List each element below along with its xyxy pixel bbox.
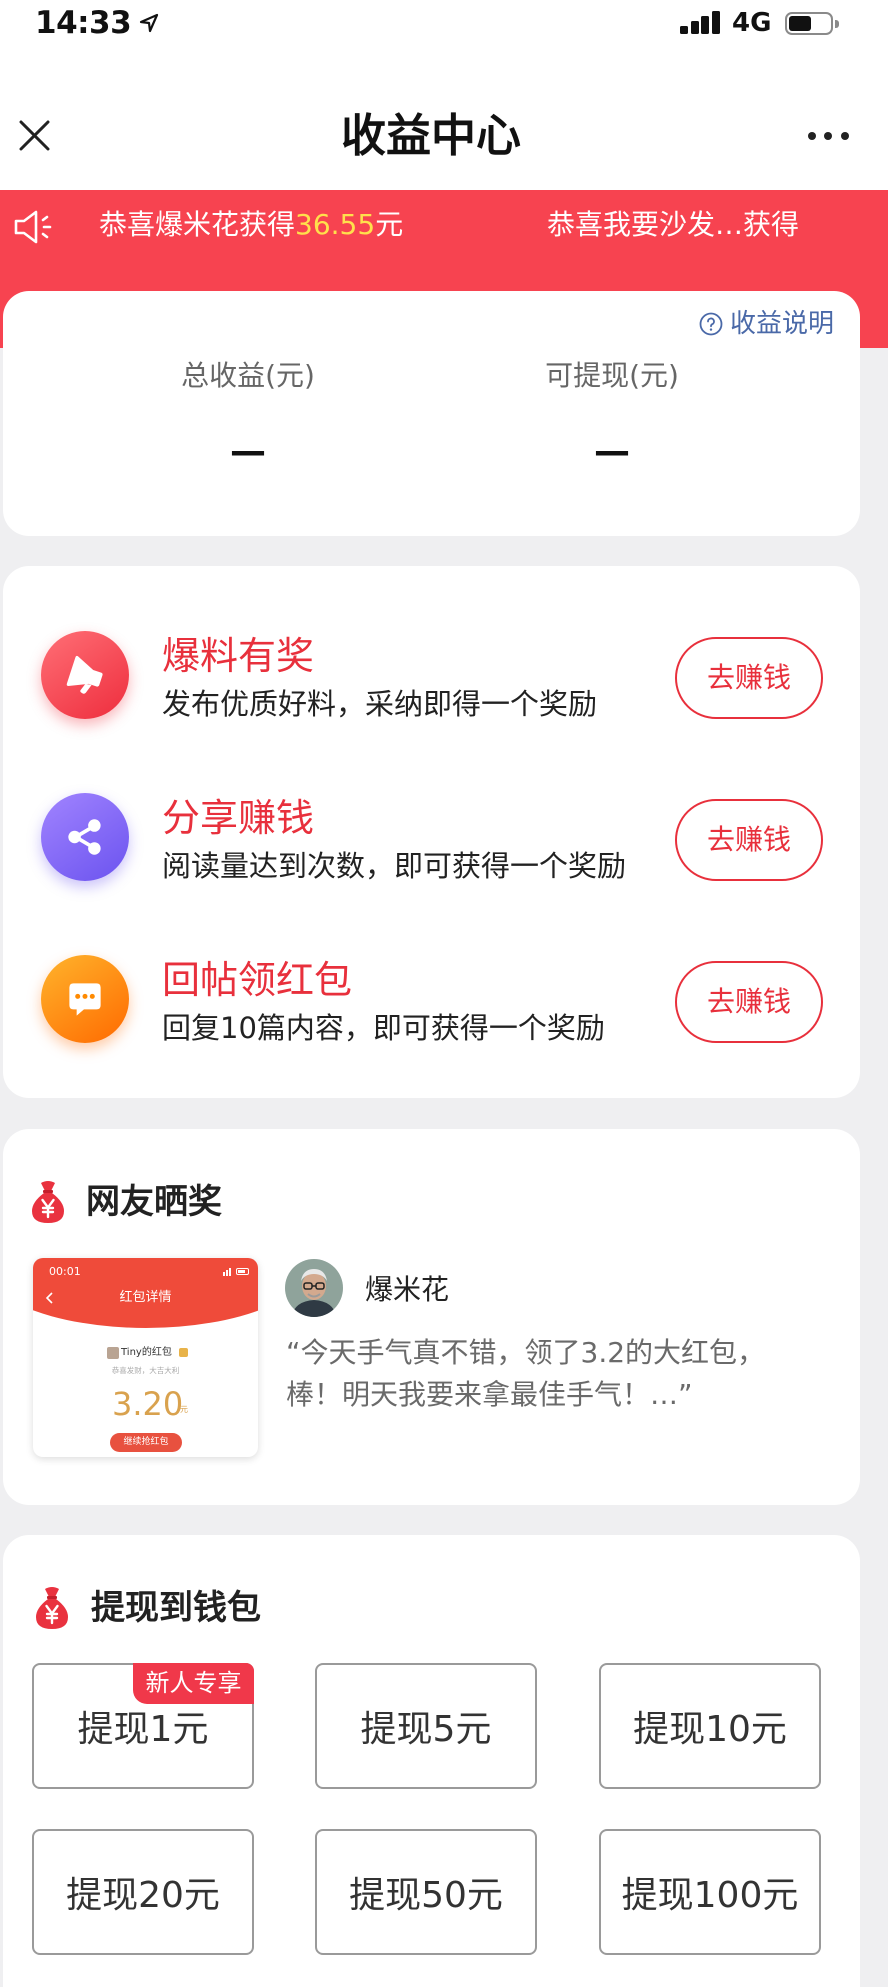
task-title: 回帖领红包 xyxy=(162,958,353,1002)
ticker-item[interactable]: 恭喜我要沙发…获得 xyxy=(547,207,799,243)
ticker-item[interactable]: 恭喜爆米花获得36.55元 xyxy=(99,207,403,243)
total-earnings-value: — xyxy=(230,431,266,472)
withdraw-option-label: 提现5元 xyxy=(360,1709,492,1750)
withdraw-option-5[interactable]: 提现5元 xyxy=(315,1663,537,1789)
battery-nub xyxy=(835,20,839,28)
signal-icon xyxy=(680,11,720,34)
section-title: 提现到钱包 xyxy=(91,1588,261,1628)
ticker-text: 恭喜爆米花获得 xyxy=(99,208,296,241)
page-title: 收益中心 xyxy=(340,109,521,162)
ticker-unit: 元 xyxy=(375,208,404,241)
task-description: 回复10篇内容，即可获得一个奖励 xyxy=(162,1011,605,1045)
withdrawable-label: 可提现(元) xyxy=(545,359,679,392)
thumbnail-greeting: 恭喜发财，大吉大利 xyxy=(111,1366,180,1375)
thumbnail-avatar xyxy=(107,1347,119,1359)
task-row: 回帖领红包 回复10篇内容，即可获得一个奖励 去赚钱 xyxy=(3,955,860,1045)
ticker-amount: 36.55 xyxy=(295,208,376,241)
thumbnail-amount: 3.20 xyxy=(112,1385,184,1423)
thumbnail-button: 继续抢红包 xyxy=(110,1433,182,1452)
withdraw-option-label: 提现1元 xyxy=(77,1709,209,1750)
thumbnail-unit: 元 xyxy=(180,1405,188,1414)
section-title: 网友晒奖 xyxy=(86,1182,222,1222)
task-title: 分享赚钱 xyxy=(162,796,315,840)
withdraw-option-20[interactable]: 提现20元 xyxy=(32,1829,254,1955)
withdraw-option-label: 提现50元 xyxy=(349,1875,503,1916)
quote-line: 棒！明天我要来拿最佳手气！…” xyxy=(286,1378,693,1411)
status-time: 14:33 xyxy=(35,5,132,41)
thumbnail-title: 红包详情 xyxy=(119,1290,172,1305)
new-user-badge: 新人专享 xyxy=(133,1663,254,1704)
user-name: 爆米花 xyxy=(365,1273,450,1306)
thumbnail-owner: Tiny的红包 xyxy=(121,1347,172,1358)
money-bag-icon xyxy=(29,1179,67,1225)
earn-tasks-card: 爆料有奖 发布优质好料，采纳即得一个奖励 去赚钱 分享赚钱 阅读量达到次数，即可… xyxy=(3,566,860,1098)
task-description: 阅读量达到次数，即可获得一个奖励 xyxy=(162,849,627,883)
withdraw-option-label: 提现100元 xyxy=(621,1875,799,1916)
thumbnail-status-icons xyxy=(223,1267,251,1276)
earn-button-tip-off[interactable]: 去赚钱 xyxy=(675,637,823,719)
location-arrow-icon xyxy=(138,12,160,34)
question-circle-icon[interactable] xyxy=(699,312,723,336)
thumbnail-time: 00:01 xyxy=(49,1265,81,1278)
task-title: 爆料有奖 xyxy=(162,634,315,678)
share-icon xyxy=(41,793,129,881)
withdraw-option-100[interactable]: 提现100元 xyxy=(599,1829,821,1955)
withdraw-option-10[interactable]: 提现10元 xyxy=(599,1663,821,1789)
network-type: 4G xyxy=(732,8,772,38)
withdraw-option-50[interactable]: 提现50元 xyxy=(315,1829,537,1955)
earn-button-share[interactable]: 去赚钱 xyxy=(675,799,823,881)
more-icon[interactable] xyxy=(806,132,852,140)
earnings-help-link[interactable]: 收益说明 xyxy=(730,308,834,340)
red-packet-screenshot[interactable]: 00:01 红包详情 Tiny的红包 恭喜发财，大吉大利 3.20 元 继续抢红… xyxy=(33,1258,258,1457)
task-description: 发布优质好料，采纳即得一个奖励 xyxy=(162,687,598,721)
withdraw-card: 提现到钱包 提现1元 新人专享 提现5元 提现10元 提现20元 提现50元 提… xyxy=(3,1535,860,1987)
withdraw-option-label: 提现10元 xyxy=(633,1709,787,1750)
chat-bubble-icon xyxy=(41,955,129,1043)
speaker-icon xyxy=(12,206,60,248)
withdrawable-value: — xyxy=(594,431,630,472)
money-bag-icon xyxy=(33,1585,71,1631)
task-row: 爆料有奖 发布优质好料，采纳即得一个奖励 去赚钱 xyxy=(3,631,860,721)
megaphone-icon xyxy=(41,631,129,719)
thumbnail-badge xyxy=(179,1348,188,1357)
user-showcase-card: 网友晒奖 00:01 红包详情 Tiny的红包 恭喜发财，大吉大利 3.20 元… xyxy=(3,1129,860,1505)
withdraw-option-1[interactable]: 提现1元 新人专享 xyxy=(32,1663,254,1789)
earnings-summary-card: 收益说明 总收益(元) 可提现(元) — — xyxy=(3,291,860,536)
withdraw-option-label: 提现20元 xyxy=(66,1875,220,1916)
earn-button-reply[interactable]: 去赚钱 xyxy=(675,961,823,1043)
task-row: 分享赚钱 阅读量达到次数，即可获得一个奖励 去赚钱 xyxy=(3,793,860,883)
quote-line: “今天手气真不错，领了3.2的大红包， xyxy=(286,1336,766,1369)
avatar[interactable] xyxy=(285,1259,343,1317)
total-earnings-label: 总收益(元) xyxy=(181,359,315,392)
battery-icon xyxy=(785,12,833,35)
user-quote: “今天手气真不错，领了3.2的大红包， 棒！明天我要来拿最佳手气！…” xyxy=(286,1332,765,1416)
